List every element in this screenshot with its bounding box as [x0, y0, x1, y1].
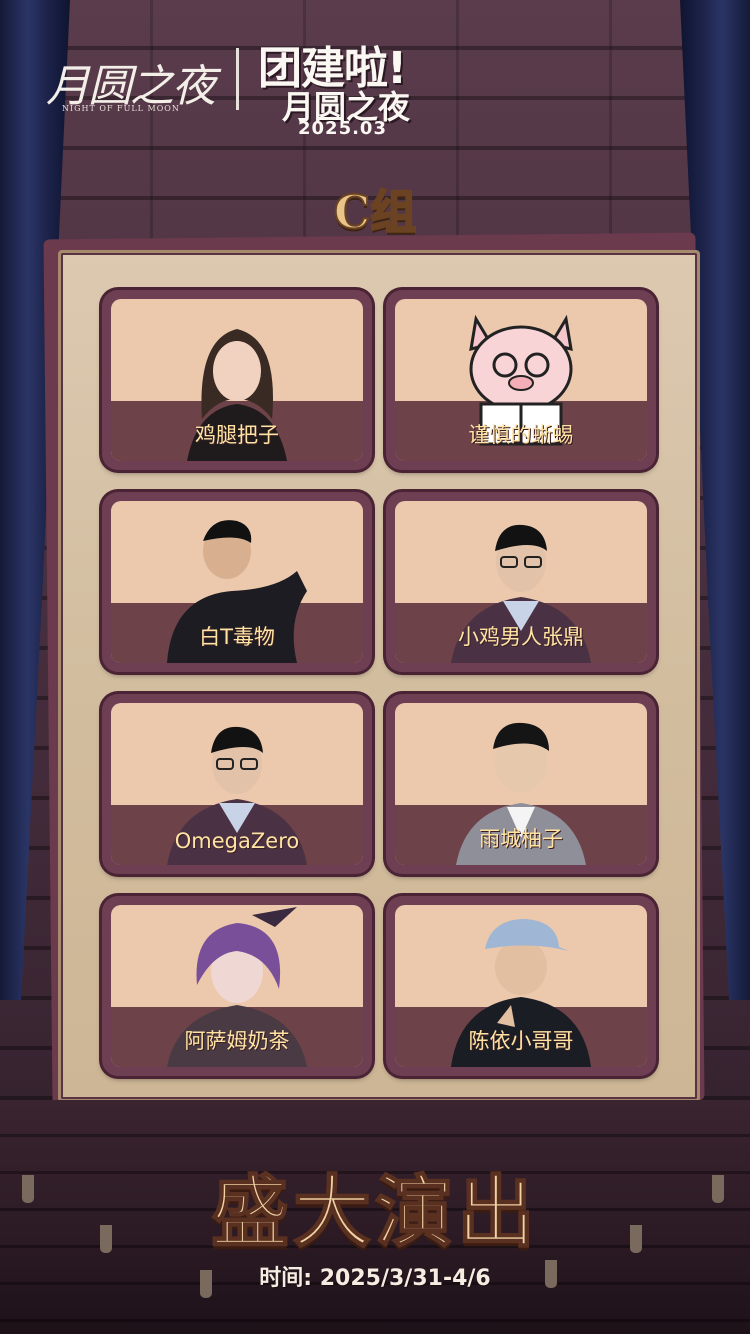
card-inner: 雨城柚子	[395, 703, 647, 865]
player-name: 白T毒物	[199, 625, 275, 649]
header: 月圆之夜 NIGHT OF FULL MOON 团建啦! 月圆之夜 2025.0…	[40, 30, 460, 140]
player-card: 白T毒物	[102, 492, 372, 672]
card-inner: OmegaZero	[111, 703, 363, 865]
group-title: C组	[333, 184, 418, 240]
card-inner: 白T毒物	[111, 501, 363, 663]
player-name: 陈依小哥哥	[468, 1029, 574, 1053]
card-inner: 鸡腿把子	[111, 299, 363, 461]
player-name: 谨慎的蜥蜴	[468, 423, 574, 447]
player-card: 小鸡男人张鼎	[386, 492, 656, 672]
time-label: 时间:	[259, 1266, 313, 1291]
card-inner: 陈依小哥哥	[395, 905, 647, 1067]
player-card: OmegaZero	[102, 694, 372, 874]
time-row: 时间: 2025/3/31-4/6	[0, 1260, 750, 1292]
player-name: 鸡腿把子	[195, 423, 279, 447]
card-inner: 小鸡男人张鼎	[395, 501, 647, 663]
card-inner: 谨慎的蜥蜴	[395, 299, 647, 461]
player-name: 小鸡男人张鼎	[458, 625, 584, 649]
player-card: 陈依小哥哥	[386, 896, 656, 1076]
player-card: 阿萨姆奶茶	[102, 896, 372, 1076]
logo-subtitle: NIGHT OF FULL MOON	[62, 104, 180, 113]
player-card: 鸡腿把子	[102, 290, 372, 470]
header-divider	[236, 48, 239, 110]
player-card: 雨城柚子	[386, 694, 656, 874]
player-name: 阿萨姆奶茶	[184, 1029, 290, 1053]
player-card: 谨慎的蜥蜴	[386, 290, 656, 470]
card-inner: 阿萨姆奶茶	[111, 905, 363, 1067]
show-title: 盛大演出	[210, 1166, 539, 1259]
event-date: 2025.03	[298, 118, 387, 139]
time-value: 2025/3/31-4/6	[319, 1266, 491, 1291]
player-name: OmegaZero	[174, 829, 300, 853]
player-name: 雨城柚子	[479, 827, 563, 851]
